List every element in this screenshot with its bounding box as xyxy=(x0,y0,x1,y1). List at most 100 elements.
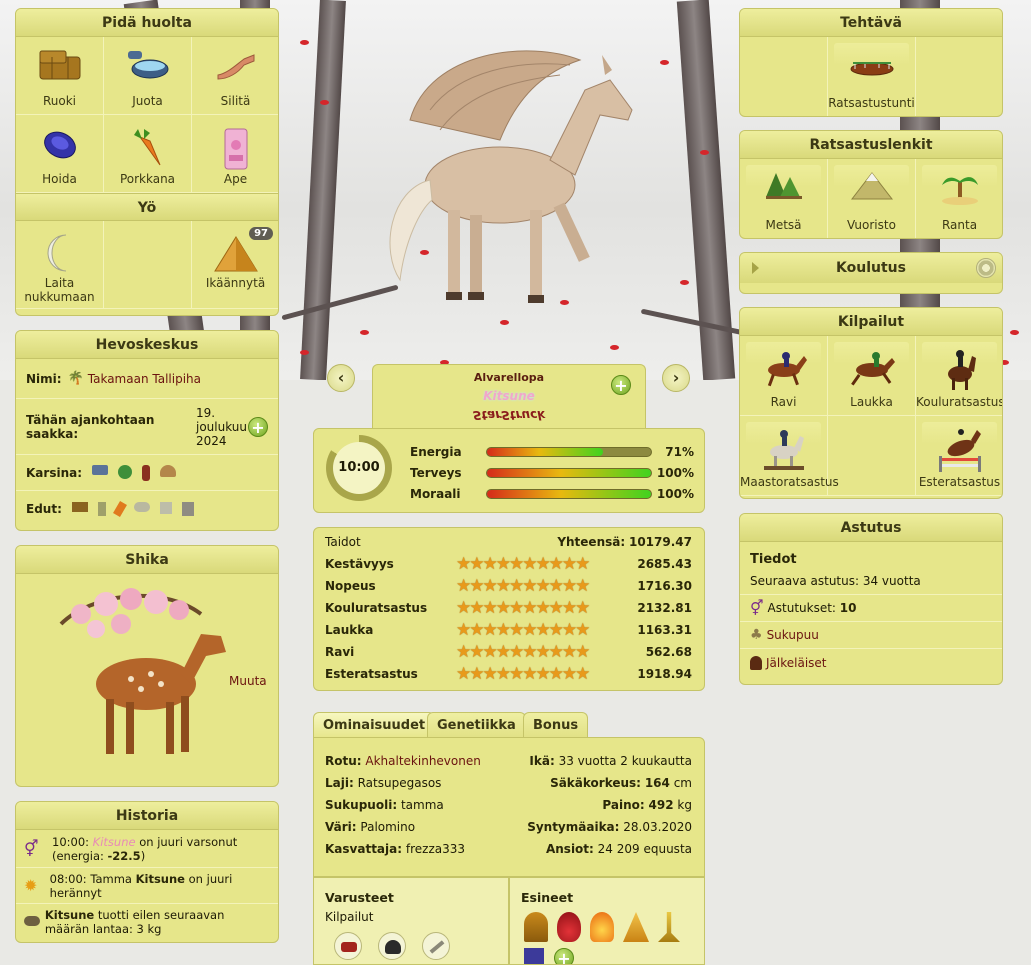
species-value: Ratsupegasos xyxy=(357,776,442,790)
arena-icon xyxy=(850,62,893,76)
skills-total-label: Yhteensä: xyxy=(557,535,626,549)
tab-genetics[interactable]: Genetiikka xyxy=(427,712,526,738)
competition-cross-country-label: Maastoratsastus xyxy=(740,475,839,489)
age-count-badge: 97 xyxy=(249,227,273,240)
offspring-link[interactable]: Jälkeläiset xyxy=(766,656,827,670)
char-row: Väri: Palomino Syntymäaika: 28.03.2020 xyxy=(325,816,692,838)
care-panel-title: Pidä huolta xyxy=(16,9,278,37)
tent-item-icon[interactable] xyxy=(623,912,649,942)
equipment-subtitle: Kilpailut xyxy=(325,910,374,924)
riding-lesson-button[interactable]: Ratsastustunti xyxy=(828,37,916,116)
coverings-value: 10 xyxy=(839,601,857,615)
sex-label: Sukupuoli: xyxy=(325,798,398,812)
horse-affix: Alvarellopa xyxy=(473,371,545,384)
pedigree-link[interactable]: Sukupuu xyxy=(767,628,819,642)
history-horse-name[interactable]: Kitsune xyxy=(45,908,94,922)
hay-perk-icon xyxy=(71,502,88,512)
species-label: Laji: xyxy=(325,776,354,790)
empty-task-slot xyxy=(916,37,1002,116)
change-companion-link[interactable]: Muuta xyxy=(229,674,267,688)
age-button[interactable]: 97 Ikäännytä xyxy=(192,221,278,309)
center-name-row: Nimi: 🌴 Takamaan Tallipiha xyxy=(16,359,278,399)
carrot-icon xyxy=(133,129,160,166)
ride-beach-label: Ranta xyxy=(941,218,978,232)
competition-show-jumping-button[interactable]: Esteratsastus xyxy=(916,416,1002,496)
horse-status-panel: 10:00 Energia 71% Terveys 100% Moraali 1… xyxy=(313,428,705,513)
history-extra-suffix: ) xyxy=(140,848,146,863)
competition-trot-button[interactable]: Ravi xyxy=(740,336,828,416)
feed-button[interactable]: Ruoki xyxy=(16,37,104,115)
settings-gear-icon[interactable] xyxy=(976,258,996,278)
skills-panel: Taidot Yhteensä: 10179.47 Kestävyys ★★★★★… xyxy=(313,527,705,691)
carrot-button[interactable]: Porkkana xyxy=(104,115,192,193)
dressage-horse-icon xyxy=(947,350,976,390)
skill-stars: ★★★★★★★★★★ xyxy=(456,554,590,574)
training-panel[interactable]: Koulutus xyxy=(739,252,1003,294)
breeder-value[interactable]: frezza333 xyxy=(406,842,465,856)
hay-bale-icon xyxy=(39,50,80,80)
carrot-perk-icon xyxy=(112,500,127,518)
ride-mountain-button[interactable]: Vuoristo xyxy=(828,159,916,238)
mash-button[interactable]: Ape xyxy=(192,115,278,193)
skill-stars: ★★★★★★★★★★ xyxy=(456,620,590,640)
lyre-item-icon[interactable] xyxy=(524,912,548,942)
skill-row: Esteratsastus ★★★★★★★★★★ 1918.94 xyxy=(325,663,692,685)
ride-beach-button[interactable]: Ranta xyxy=(916,159,1002,238)
tasks-panel: Tehtävä Ratsastustunti xyxy=(739,8,1003,117)
center-name-link[interactable]: Takamaan Tallipiha xyxy=(88,372,201,386)
morale-bar xyxy=(486,488,652,499)
height-unit: cm xyxy=(673,776,692,790)
add-horse-plus-button[interactable]: + xyxy=(611,375,631,395)
next-horse-button[interactable]: › xyxy=(662,364,690,392)
previous-horse-button[interactable]: ‹ xyxy=(327,364,355,392)
trophy-item-icon[interactable] xyxy=(658,912,680,942)
coverings-label: Astutukset: xyxy=(767,601,836,615)
competition-gallop-button[interactable]: Laukka xyxy=(828,336,916,416)
saddle-pad-icon[interactable] xyxy=(334,932,362,960)
ride-forest-button[interactable]: Metsä xyxy=(740,159,828,238)
center-until-value: 19. joulukuu 2024 xyxy=(196,405,248,448)
weight-label: Paino: xyxy=(602,798,645,812)
add-item-plus-button[interactable]: + xyxy=(554,948,574,964)
potion-item-icon[interactable] xyxy=(557,912,581,942)
groom-button[interactable]: Hoida xyxy=(16,115,104,193)
weight-value: 492 xyxy=(648,798,674,812)
saddle-icon[interactable] xyxy=(378,932,406,960)
horse-name: Kitsune xyxy=(483,389,535,403)
put-to-sleep-label: Laita nukkumaan xyxy=(24,276,95,304)
water-label: Juota xyxy=(132,94,163,108)
tab-characteristics[interactable]: Ominaisuudet xyxy=(313,712,436,738)
offspring-row[interactable]: Jälkeläiset xyxy=(740,649,1002,676)
char-row: Kasvattaja: frezza333 Ansiot: 24 209 equ… xyxy=(325,838,692,860)
moon-icon xyxy=(47,234,66,272)
fire-item-icon[interactable] xyxy=(590,912,614,942)
skill-value: 2132.81 xyxy=(637,601,692,615)
competitions-title: Kilpailut xyxy=(740,308,1002,336)
blanket-item-icon[interactable] xyxy=(524,948,544,964)
walker-perk-icon xyxy=(97,502,106,516)
lick-stone-icon xyxy=(142,464,151,481)
competition-dressage-button[interactable]: Kouluratsastus xyxy=(916,336,1002,416)
show-jumping-horse-icon xyxy=(938,429,981,472)
tab-bonus[interactable]: Bonus xyxy=(523,712,589,738)
color-value: Palomino xyxy=(360,820,416,834)
next-breeding-row: Seuraava astutus: 34 vuotta xyxy=(740,567,1002,595)
extend-plus-button[interactable]: + xyxy=(248,416,268,437)
put-to-sleep-button[interactable]: Laita nukkumaan xyxy=(16,221,104,309)
breed-value[interactable]: Akhaltekinhevonen xyxy=(365,754,480,768)
gallop-horse-icon xyxy=(850,352,895,386)
expand-arrow-icon[interactable] xyxy=(752,262,759,274)
history-horse-name[interactable]: Kitsune xyxy=(93,835,136,849)
water-bowl-icon xyxy=(127,51,168,79)
empty-competition-slot xyxy=(828,416,916,496)
stroke-button[interactable]: Silitä xyxy=(192,37,278,115)
bridle-icon[interactable] xyxy=(422,932,450,960)
history-entry: ⚥ 10:00: Kitsune on juuri varsonut (ener… xyxy=(16,830,278,868)
history-horse-name[interactable]: Kitsune xyxy=(136,872,185,886)
skill-row: Kestävyys ★★★★★★★★★★ 2685.43 xyxy=(325,553,692,575)
competition-cross-country-button[interactable]: Maastoratsastus xyxy=(740,416,839,496)
breeder-label: Kasvattaja: xyxy=(325,842,403,856)
deer-companion-image xyxy=(59,588,226,754)
pedigree-row[interactable]: ♣ Sukupuu xyxy=(740,622,1002,649)
water-button[interactable]: Juota xyxy=(104,37,192,115)
